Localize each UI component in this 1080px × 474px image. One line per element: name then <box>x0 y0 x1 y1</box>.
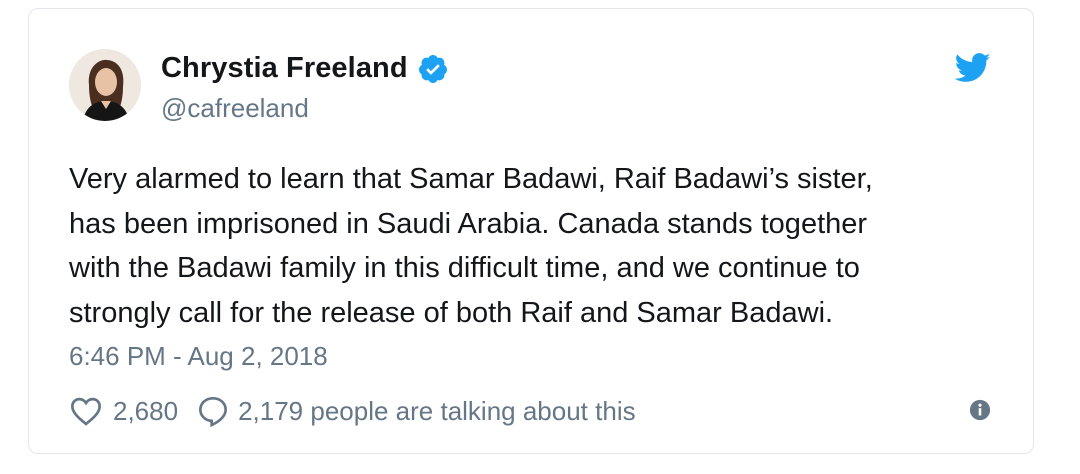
tweet-actions: 2,680 2,179 people are talking about thi… <box>69 395 636 427</box>
tweet-text: Very alarmed to learn that Samar Badawi,… <box>69 163 873 330</box>
author-name[interactable]: Chrystia Freeland <box>161 52 408 85</box>
avatar[interactable] <box>69 49 141 121</box>
twitter-bird-icon[interactable] <box>955 53 991 83</box>
heart-icon[interactable] <box>69 396 103 426</box>
author-row: Chrystia Freeland <box>161 51 449 85</box>
author-handle[interactable]: @cafreeland <box>161 93 309 124</box>
like-count: 2,680 <box>113 395 179 426</box>
tweet-card: Chrystia Freeland @cafreeland Very alarm… <box>28 8 1034 454</box>
verified-badge-icon <box>418 55 447 83</box>
info-icon[interactable] <box>969 399 991 421</box>
conversation-count[interactable]: 2,179 people are talking about this <box>238 396 636 427</box>
speech-bubble-icon[interactable] <box>196 395 230 427</box>
tweet-timestamp[interactable]: 6:46 PM - Aug 2, 2018 <box>69 341 328 372</box>
